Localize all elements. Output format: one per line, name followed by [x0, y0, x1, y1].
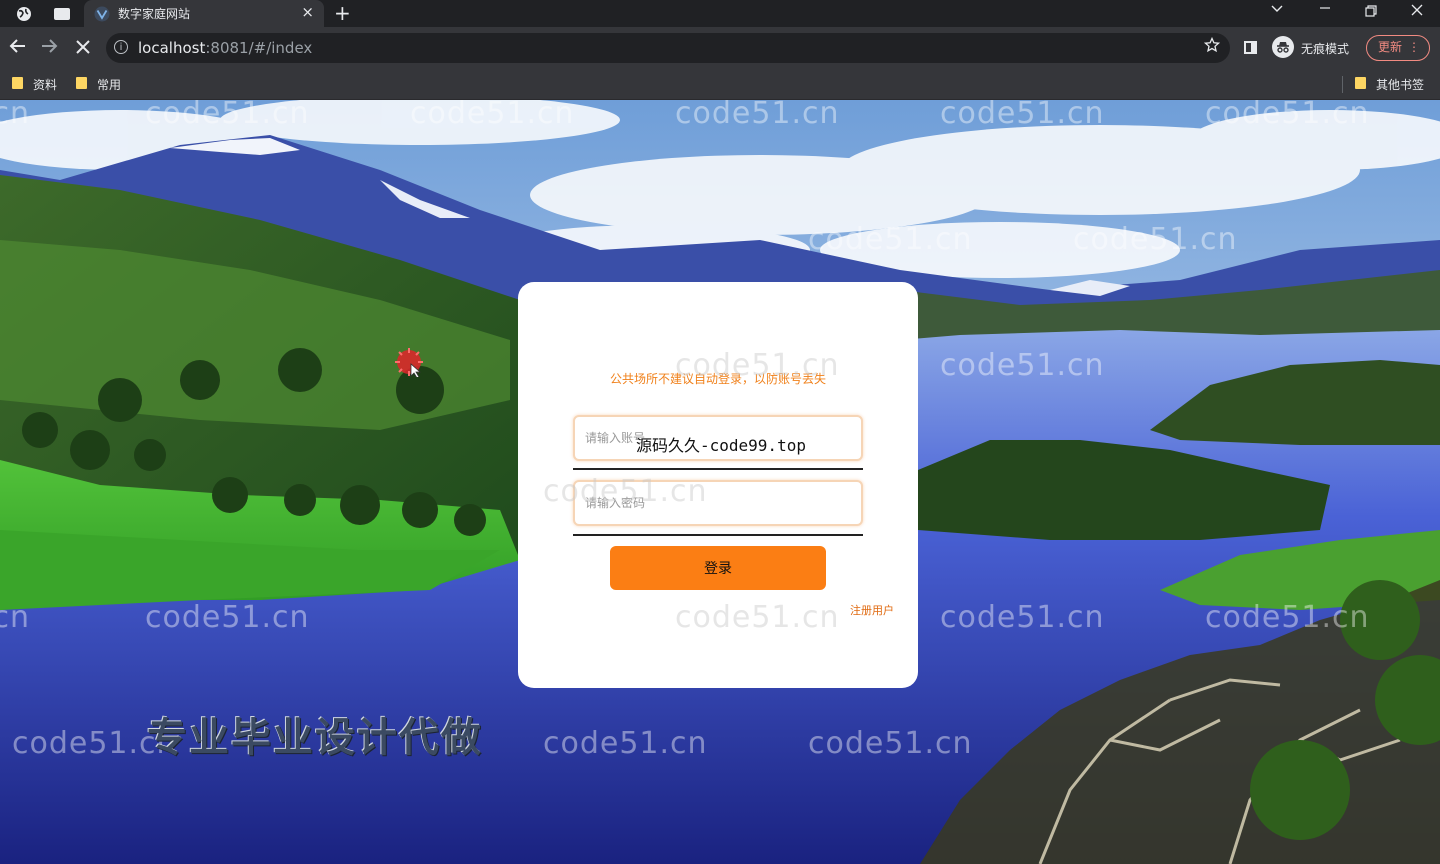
click-indicator-icon [395, 348, 423, 377]
update-button[interactable]: 更新 ⋮ [1366, 35, 1430, 61]
restore-icon[interactable] [1365, 5, 1377, 21]
bookmarks-bar: 资料 常用 其他书签 [0, 69, 1440, 100]
watermark: code51.cn [940, 100, 1105, 131]
watermark: .cn [0, 100, 31, 131]
active-tab[interactable]: 数字家庭网站 × [84, 0, 324, 27]
bookmark-folder-ziliao[interactable]: 资料 [12, 75, 57, 93]
watermark: code51.cn [675, 100, 840, 131]
minimize-icon[interactable] [1319, 2, 1331, 18]
close-window-icon[interactable] [1411, 4, 1423, 20]
address-bar[interactable]: i localhost:8081/#/index [106, 33, 1230, 63]
tab-close-icon[interactable]: × [301, 3, 314, 21]
tab-search-icon[interactable] [52, 4, 72, 24]
promo-overlay-text: 专业毕业设计代做 [147, 715, 483, 761]
tab-strip: 数字家庭网站 × + [0, 0, 1440, 27]
incognito-label: 无痕模式 [1301, 42, 1350, 56]
watermark: code51.cn [675, 348, 840, 383]
watermark: code51.cn [808, 222, 973, 257]
side-panel-icon[interactable] [1244, 41, 1257, 54]
watermark: .cn [0, 600, 31, 635]
more-menu-icon[interactable]: ⋮ [1408, 36, 1420, 59]
watermark: code51.cn [145, 100, 310, 131]
browser-toolbar: i localhost:8081/#/index 无痕模式 更新 ⋮ [0, 27, 1440, 69]
other-bookmarks-folder[interactable]: 其他书签 [1355, 75, 1424, 93]
bookmark-label: 资料 [33, 77, 58, 92]
folder-icon [1355, 77, 1366, 89]
watermark: code51.cn [410, 100, 575, 131]
back-icon[interactable] [9, 37, 27, 60]
login-page: .cn code51.cn code51.cn code51.cn code51… [0, 100, 1440, 864]
bookmarks-divider [1342, 76, 1343, 93]
vue-favicon-icon [94, 6, 110, 22]
watermark: code51.cn [1073, 222, 1238, 257]
watermark: code51.cn [675, 600, 840, 635]
source-overlay-text: 源码久久-code99.top [636, 436, 806, 455]
watermark: code51.cn [1205, 100, 1370, 131]
incognito-icon[interactable] [1272, 36, 1294, 58]
bookmark-label: 常用 [97, 77, 122, 92]
tab-title: 数字家庭网站 [118, 7, 191, 21]
tab-list-chevron-icon[interactable] [1271, 2, 1283, 17]
folder-icon [76, 77, 87, 89]
globe-icon[interactable] [14, 4, 34, 24]
watermark: code51.cn [543, 726, 708, 761]
bookmark-folder-changyong[interactable]: 常用 [76, 75, 121, 93]
folder-icon [12, 77, 23, 89]
forward-icon[interactable] [40, 37, 58, 60]
new-tab-button[interactable]: + [334, 1, 351, 25]
watermark: code51.cn [145, 600, 310, 635]
watermark: code51.cn [940, 348, 1105, 383]
register-link[interactable]: 注册用户 [850, 602, 894, 618]
other-bookmarks-label: 其他书签 [1376, 77, 1425, 92]
login-button[interactable]: 登录 [610, 546, 826, 590]
url-text[interactable]: localhost:8081/#/index [138, 39, 312, 57]
password-underline [573, 534, 863, 536]
watermark: code51.cn [1205, 600, 1370, 635]
update-label: 更新 [1378, 40, 1403, 54]
watermark: code51.cn [543, 474, 708, 509]
username-underline [573, 468, 863, 470]
site-info-icon[interactable]: i [114, 40, 128, 54]
watermark: code51.cn [808, 726, 973, 761]
watermark: code51.cn [940, 600, 1105, 635]
bookmark-star-icon[interactable] [1203, 36, 1221, 58]
stop-loading-icon[interactable] [75, 38, 91, 60]
